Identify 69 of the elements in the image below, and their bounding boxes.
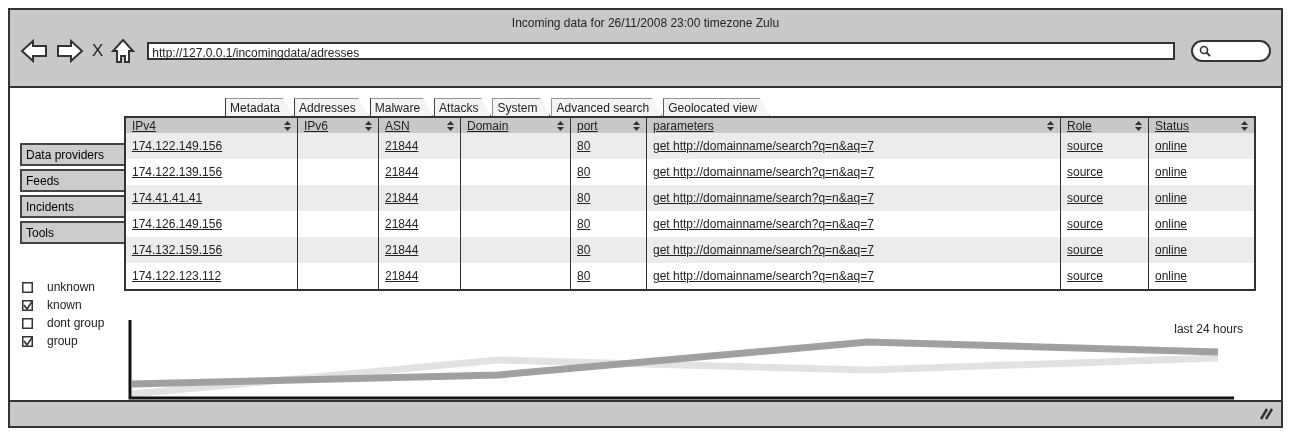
table-link[interactable]: source: [1067, 165, 1104, 180]
table-link[interactable]: get http://domainname/search?q=n&aq=7: [653, 165, 874, 180]
sort-icon: [1135, 120, 1142, 131]
table-link[interactable]: online: [1155, 139, 1188, 154]
sort-icon: [1047, 120, 1054, 131]
stop-button[interactable]: X: [92, 41, 104, 61]
table-link[interactable]: online: [1155, 191, 1188, 206]
table-link[interactable]: source: [1067, 217, 1104, 232]
sort-icon: [557, 120, 564, 131]
sidebar-button[interactable]: Tools: [20, 221, 124, 245]
column-header[interactable]: port: [570, 117, 647, 134]
table-link[interactable]: 21844: [385, 165, 419, 180]
tab[interactable]: Geolocated view: [663, 98, 770, 117]
tab[interactable]: Addresses: [294, 98, 369, 117]
address-field[interactable]: http://127.0.0.1/incomingdata/adresses: [147, 42, 1175, 60]
column-header[interactable]: parameters: [646, 117, 1061, 134]
sidebar-button[interactable]: Incidents: [20, 195, 124, 219]
home-icon[interactable]: [111, 38, 136, 64]
sidebar-button[interactable]: Feeds: [20, 169, 124, 193]
checkbox-label: group: [47, 334, 78, 349]
table-link[interactable]: 174.122.123.112: [132, 269, 222, 284]
tab[interactable]: Advanced search: [551, 98, 663, 117]
column-header[interactable]: Domain: [460, 117, 571, 134]
sidebar-button[interactable]: Data providers: [20, 143, 124, 167]
checkbox-label: known: [47, 298, 82, 313]
sort-icon: [284, 120, 291, 131]
table-link[interactable]: 21844: [385, 217, 419, 232]
table-link[interactable]: 80: [577, 191, 591, 206]
checkbox[interactable]: [22, 300, 33, 312]
checkbox-label: dont group: [47, 316, 105, 331]
sort-icon: [447, 120, 454, 131]
search-icon: [1199, 45, 1211, 57]
table-link[interactable]: 80: [577, 165, 591, 180]
sort-icon: [1241, 120, 1248, 131]
column-header[interactable]: IPv4: [125, 117, 298, 134]
table-link[interactable]: 174.122.139.156: [132, 165, 223, 180]
chart-label: last 24 hours: [1174, 322, 1243, 337]
back-arrow-icon[interactable]: [20, 39, 48, 63]
checkbox-label: unknown: [47, 280, 96, 295]
table-link[interactable]: get http://domainname/search?q=n&aq=7: [653, 217, 874, 232]
table-link[interactable]: online: [1155, 269, 1188, 284]
table-link[interactable]: 80: [577, 243, 591, 258]
tab[interactable]: System: [492, 98, 551, 117]
checkbox[interactable]: [22, 282, 33, 294]
table-link[interactable]: online: [1155, 165, 1188, 180]
column-header[interactable]: Role: [1060, 117, 1149, 134]
table-link[interactable]: 21844: [385, 269, 419, 284]
table-link[interactable]: 80: [577, 217, 591, 232]
tab[interactable]: Malware: [369, 98, 434, 117]
checkbox[interactable]: [22, 318, 33, 330]
sort-icon: [633, 120, 640, 131]
window-title: Incoming data for 26/11/2008 23:00 timezone Zulu: [510, 15, 781, 30]
search-field[interactable]: [1191, 40, 1271, 62]
table-link[interactable]: 80: [577, 269, 591, 284]
forward-arrow-icon[interactable]: [56, 39, 84, 63]
resize-grip-icon[interactable]: [1259, 408, 1273, 421]
checkbox[interactable]: [22, 336, 33, 348]
tab[interactable]: Metadata: [225, 98, 294, 117]
table-link[interactable]: get http://domainname/search?q=n&aq=7: [653, 269, 874, 284]
sort-icon: [365, 120, 372, 131]
tab[interactable]: Attacks: [434, 98, 492, 117]
table-link[interactable]: online: [1155, 243, 1188, 258]
table-link[interactable]: online: [1155, 217, 1188, 232]
table-link[interactable]: 80: [577, 139, 591, 154]
column-header[interactable]: ASN: [378, 117, 461, 134]
column-header[interactable]: Status: [1148, 117, 1255, 134]
column-header[interactable]: IPv6: [297, 117, 379, 134]
table-link[interactable]: 174.126.149.156: [132, 217, 223, 232]
table-link[interactable]: source: [1067, 269, 1104, 284]
